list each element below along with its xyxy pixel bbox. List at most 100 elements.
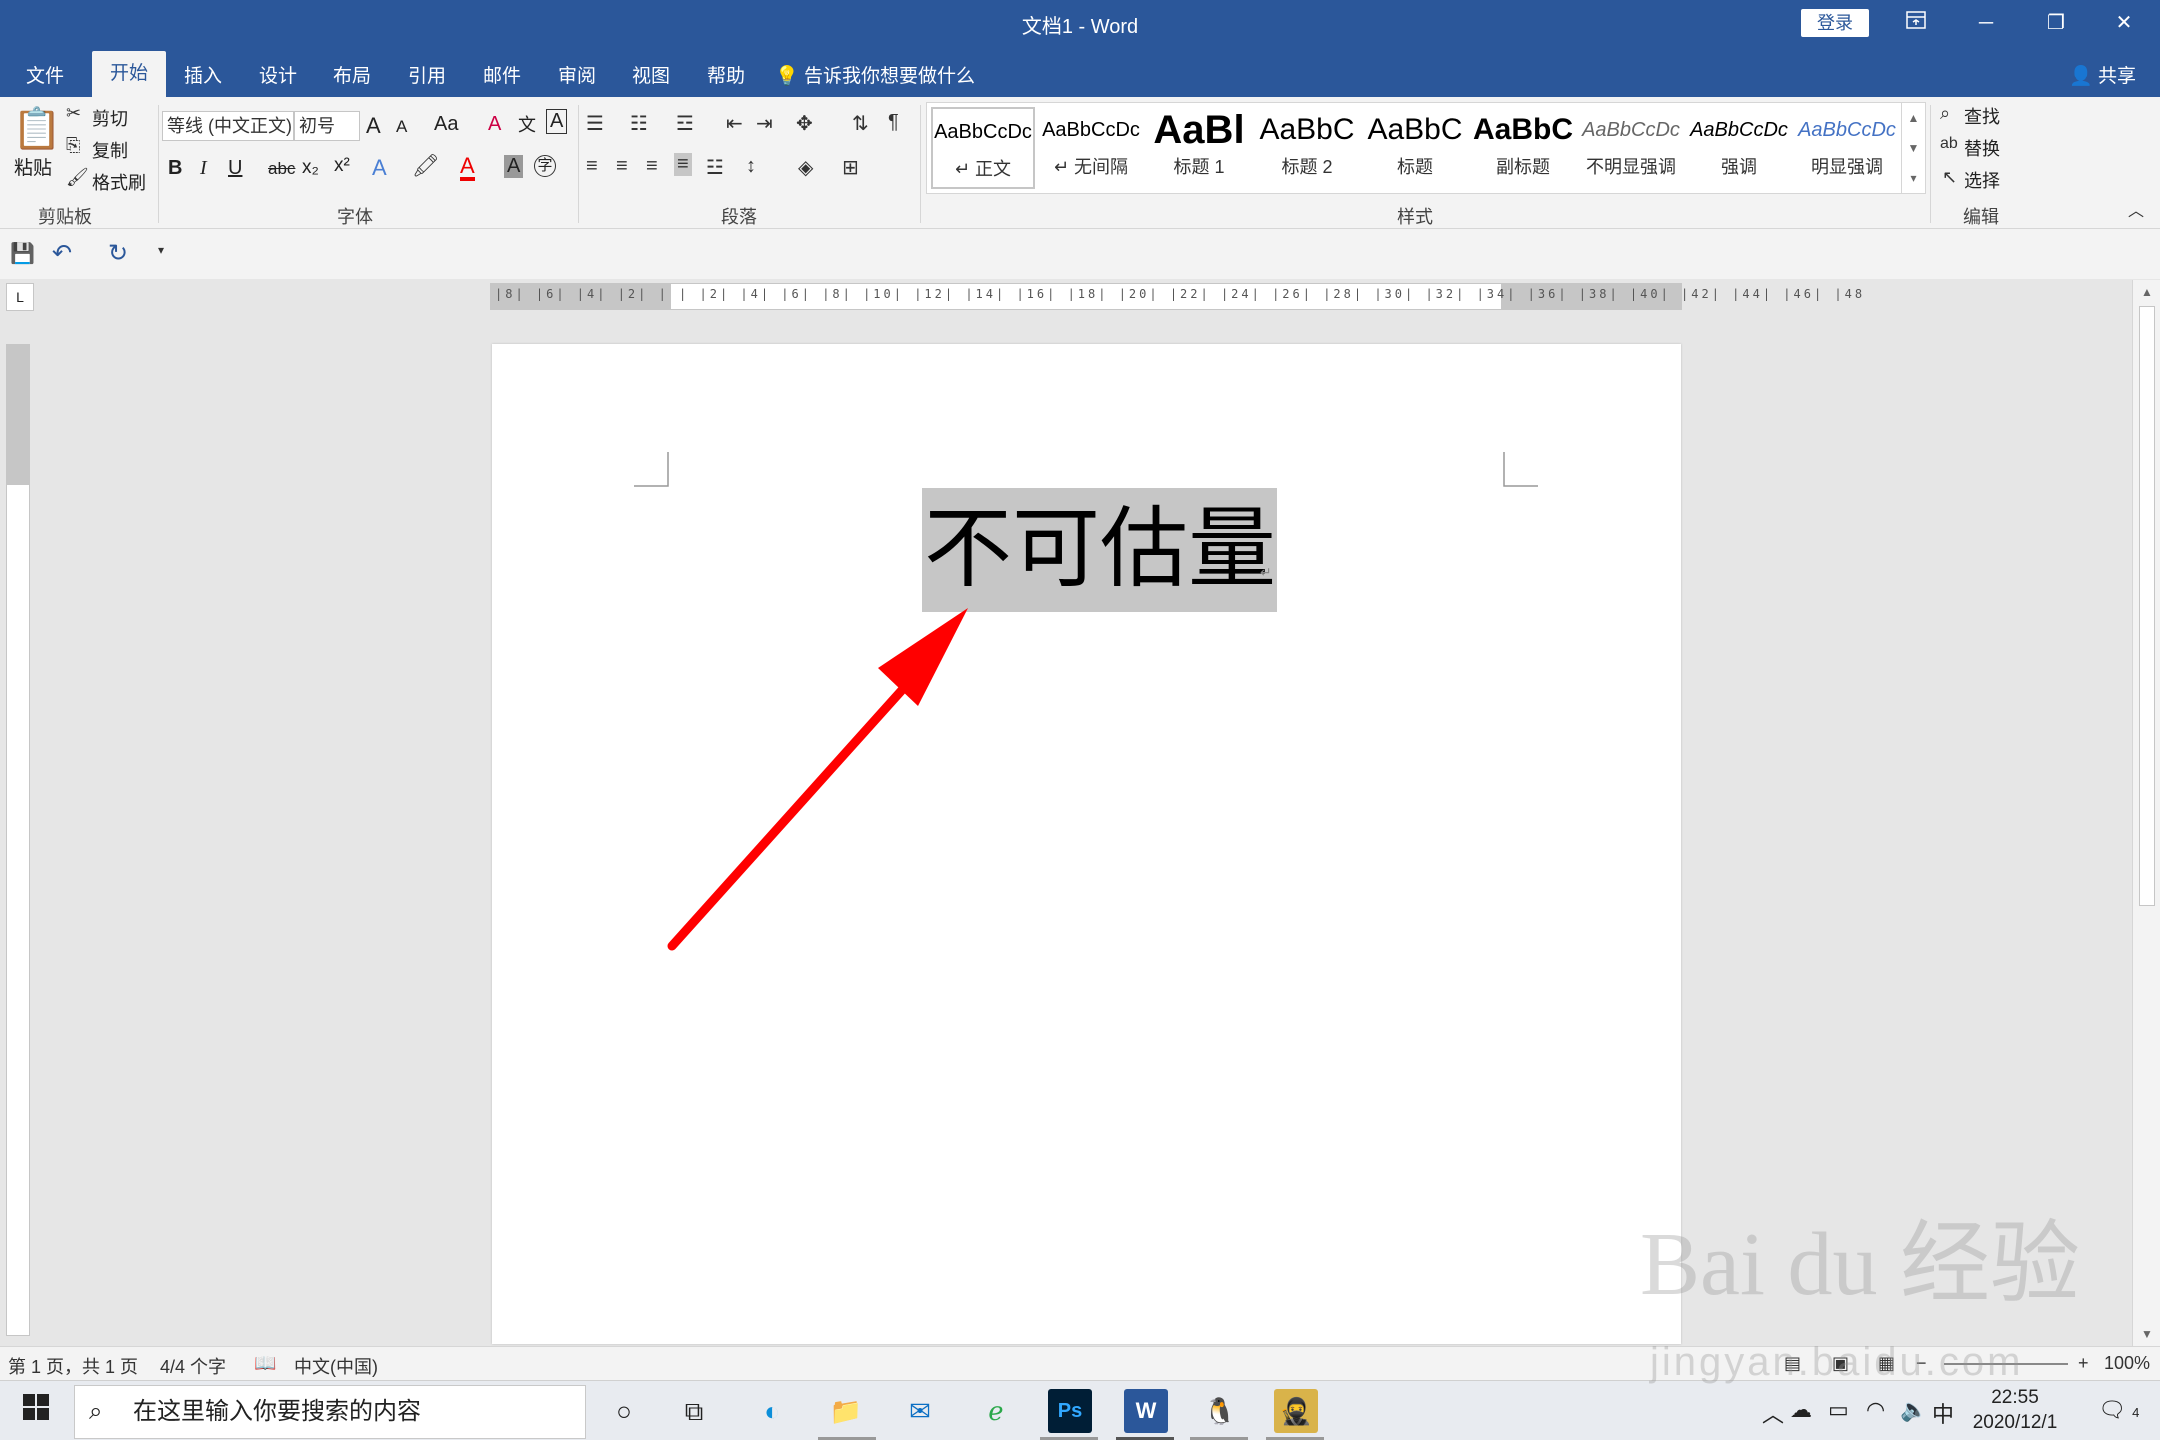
style-intense-emphasis[interactable]: AaBbCcDc 明显强调 <box>1795 107 1899 189</box>
tab-insert[interactable]: 插入 <box>176 57 230 97</box>
font-size-dropdown[interactable]: 初号 <box>294 111 360 141</box>
style-heading-1[interactable]: AaBl 标题 1 <box>1147 107 1251 189</box>
multilevel-list-icon[interactable]: ☲ <box>676 111 694 136</box>
superscript-button[interactable]: x² <box>334 155 350 177</box>
tell-me-box[interactable]: 💡 告诉我你想要做什么 <box>775 57 975 97</box>
tab-file[interactable]: 文件 <box>18 57 72 97</box>
show-hidden-icons[interactable]: ︿ <box>1762 1397 1784 1429</box>
shading-icon[interactable]: ◈ <box>798 155 813 180</box>
save-icon[interactable]: 💾 <box>10 241 35 266</box>
login-button[interactable]: 登录 <box>1801 9 1869 37</box>
wifi-icon[interactable]: ◠ <box>1866 1397 1885 1423</box>
vertical-ruler[interactable] <box>6 344 30 1336</box>
numbering-icon[interactable]: ☷ <box>630 111 648 136</box>
qq-icon[interactable]: 🐧 <box>1198 1389 1242 1433</box>
increase-indent-icon[interactable]: ⇥ <box>756 111 773 136</box>
game-app-icon[interactable]: 🥷 <box>1274 1389 1318 1433</box>
document-text[interactable]: 不可估量 <box>924 494 1276 604</box>
file-explorer-icon[interactable]: 📁 <box>824 1389 868 1433</box>
style-subtle-emphasis[interactable]: AaBbCcDc 不明显强调 <box>1579 107 1683 189</box>
search-icon[interactable]: ⌕ <box>1940 103 1950 124</box>
customize-qat-icon[interactable]: ▾ <box>158 243 164 257</box>
mail-icon[interactable]: ✉ <box>898 1389 942 1433</box>
undo-icon[interactable]: ↶ <box>52 239 72 268</box>
replace-button[interactable]: 替换 <box>1964 135 2000 161</box>
font-family-dropdown[interactable]: 等线 (中文正文) <box>162 111 294 141</box>
battery-icon[interactable]: ▭ <box>1828 1397 1849 1423</box>
ribbon-display-icon[interactable] <box>1886 6 1946 40</box>
close-button[interactable]: ✕ <box>2094 6 2154 40</box>
zoom-level[interactable]: 100% <box>2104 1353 2150 1374</box>
volume-icon[interactable]: 🔈 <box>1900 1397 1927 1423</box>
subscript-button[interactable]: x₂ <box>302 157 319 179</box>
clear-format-button[interactable]: A <box>488 113 501 136</box>
notification-center-icon[interactable]: 🗨 4 <box>2098 1397 2139 1423</box>
replace-icon[interactable]: ab <box>1940 135 1958 153</box>
paste-button[interactable]: 粘贴 <box>14 153 52 180</box>
vertical-scrollbar[interactable]: ▲ ▼ <box>2132 280 2160 1346</box>
tab-selector[interactable]: L <box>6 283 34 311</box>
style-title[interactable]: AaBbC 标题 <box>1363 107 1467 189</box>
select-button[interactable]: 选择 <box>1964 167 2000 193</box>
restore-button[interactable]: ❐ <box>2026 6 2086 40</box>
tab-review[interactable]: 审阅 <box>550 57 604 97</box>
sort-icon[interactable]: ⇅ <box>852 111 869 136</box>
page-count[interactable]: 第 1 页，共 1 页 <box>8 1353 138 1379</box>
share-button[interactable]: 👤 共享 <box>2069 57 2136 97</box>
text-effect-button[interactable]: A <box>372 155 387 181</box>
word-count[interactable]: 4/4 个字 <box>160 1353 226 1379</box>
enclose-char-button[interactable]: 字 <box>534 155 556 177</box>
align-left-icon[interactable]: ≡ <box>586 155 598 178</box>
zoom-in-icon[interactable]: + <box>2078 1353 2089 1374</box>
cortana-icon[interactable]: ○ <box>602 1389 646 1433</box>
underline-button[interactable]: U <box>228 157 242 180</box>
char-border-button[interactable]: A <box>546 109 568 134</box>
bold-button[interactable]: B <box>168 157 182 180</box>
tab-layout[interactable]: 布局 <box>325 57 379 97</box>
collapse-ribbon-icon[interactable]: ︿ <box>2128 197 2144 221</box>
task-view-icon[interactable]: ⧉ <box>672 1389 716 1433</box>
align-center-icon[interactable]: ≡ <box>616 155 628 178</box>
word-icon[interactable]: W <box>1124 1389 1168 1433</box>
tab-design[interactable]: 设计 <box>251 57 305 97</box>
font-color-button[interactable]: A <box>460 155 475 181</box>
align-right-icon[interactable]: ≡ <box>646 155 658 178</box>
shrink-font-button[interactable]: A <box>396 117 407 137</box>
taskbar-search-input[interactable]: ⌕ 在这里输入你要搜索的内容 <box>74 1385 586 1439</box>
horizontal-ruler[interactable]: |8| |6| |4| |2| | | |2| |4| |6| |8| |10|… <box>490 283 1862 310</box>
photoshop-icon[interactable]: Ps <box>1048 1389 1092 1433</box>
scroll-up-icon[interactable]: ▲ <box>2133 280 2160 304</box>
italic-button[interactable]: I <box>200 157 207 180</box>
edge-icon[interactable]: ◐ <box>750 1389 794 1433</box>
clipboard-paste-icon[interactable]: 📋 <box>12 105 62 152</box>
ie-browser-icon[interactable]: ℯ <box>974 1389 1018 1433</box>
justify-icon[interactable]: ≡ <box>674 153 692 176</box>
decrease-indent-icon[interactable]: ⇤ <box>726 111 743 136</box>
show-marks-icon[interactable]: ¶ <box>888 111 899 134</box>
windows-start-icon[interactable] <box>14 1389 58 1433</box>
grow-font-button[interactable]: A <box>366 113 381 139</box>
bullets-icon[interactable]: ☰ <box>586 111 604 136</box>
style-no-spacing[interactable]: AaBbCcDc ↵ 无间隔 <box>1039 107 1143 189</box>
style-emphasis[interactable]: AaBbCcDc 强调 <box>1687 107 1791 189</box>
clock[interactable]: 22:55 2020/12/1 <box>1960 1385 2070 1435</box>
tab-references[interactable]: 引用 <box>400 57 454 97</box>
distributed-icon[interactable]: ☳ <box>706 155 724 180</box>
char-shading-button[interactable]: A <box>504 155 524 178</box>
more-styles-icon[interactable]: ▾ <box>1902 163 1925 193</box>
ime-indicator[interactable]: 中 <box>1932 1397 1954 1429</box>
strikethrough-button[interactable]: abc <box>268 159 295 179</box>
line-spacing-icon[interactable]: ↕ <box>746 155 756 178</box>
tab-mailings[interactable]: 邮件 <box>475 57 529 97</box>
scissors-icon[interactable]: ✂ <box>66 103 81 124</box>
minimize-button[interactable]: ─ <box>1956 6 2016 40</box>
style-subtitle[interactable]: AaBbC 副标题 <box>1471 107 1575 189</box>
asian-layout-icon[interactable]: ✥ <box>796 111 813 136</box>
change-case-button[interactable]: Aa <box>434 113 458 136</box>
language-indicator[interactable]: 中文(中国) <box>294 1353 378 1379</box>
proofing-icon[interactable]: 📖 <box>254 1353 276 1374</box>
onedrive-icon[interactable]: ☁ <box>1790 1397 1812 1423</box>
tab-home[interactable]: 开始 <box>92 51 167 97</box>
copy-button[interactable]: 复制 <box>92 137 128 163</box>
chevron-down-icon[interactable]: ▼ <box>1902 133 1925 163</box>
